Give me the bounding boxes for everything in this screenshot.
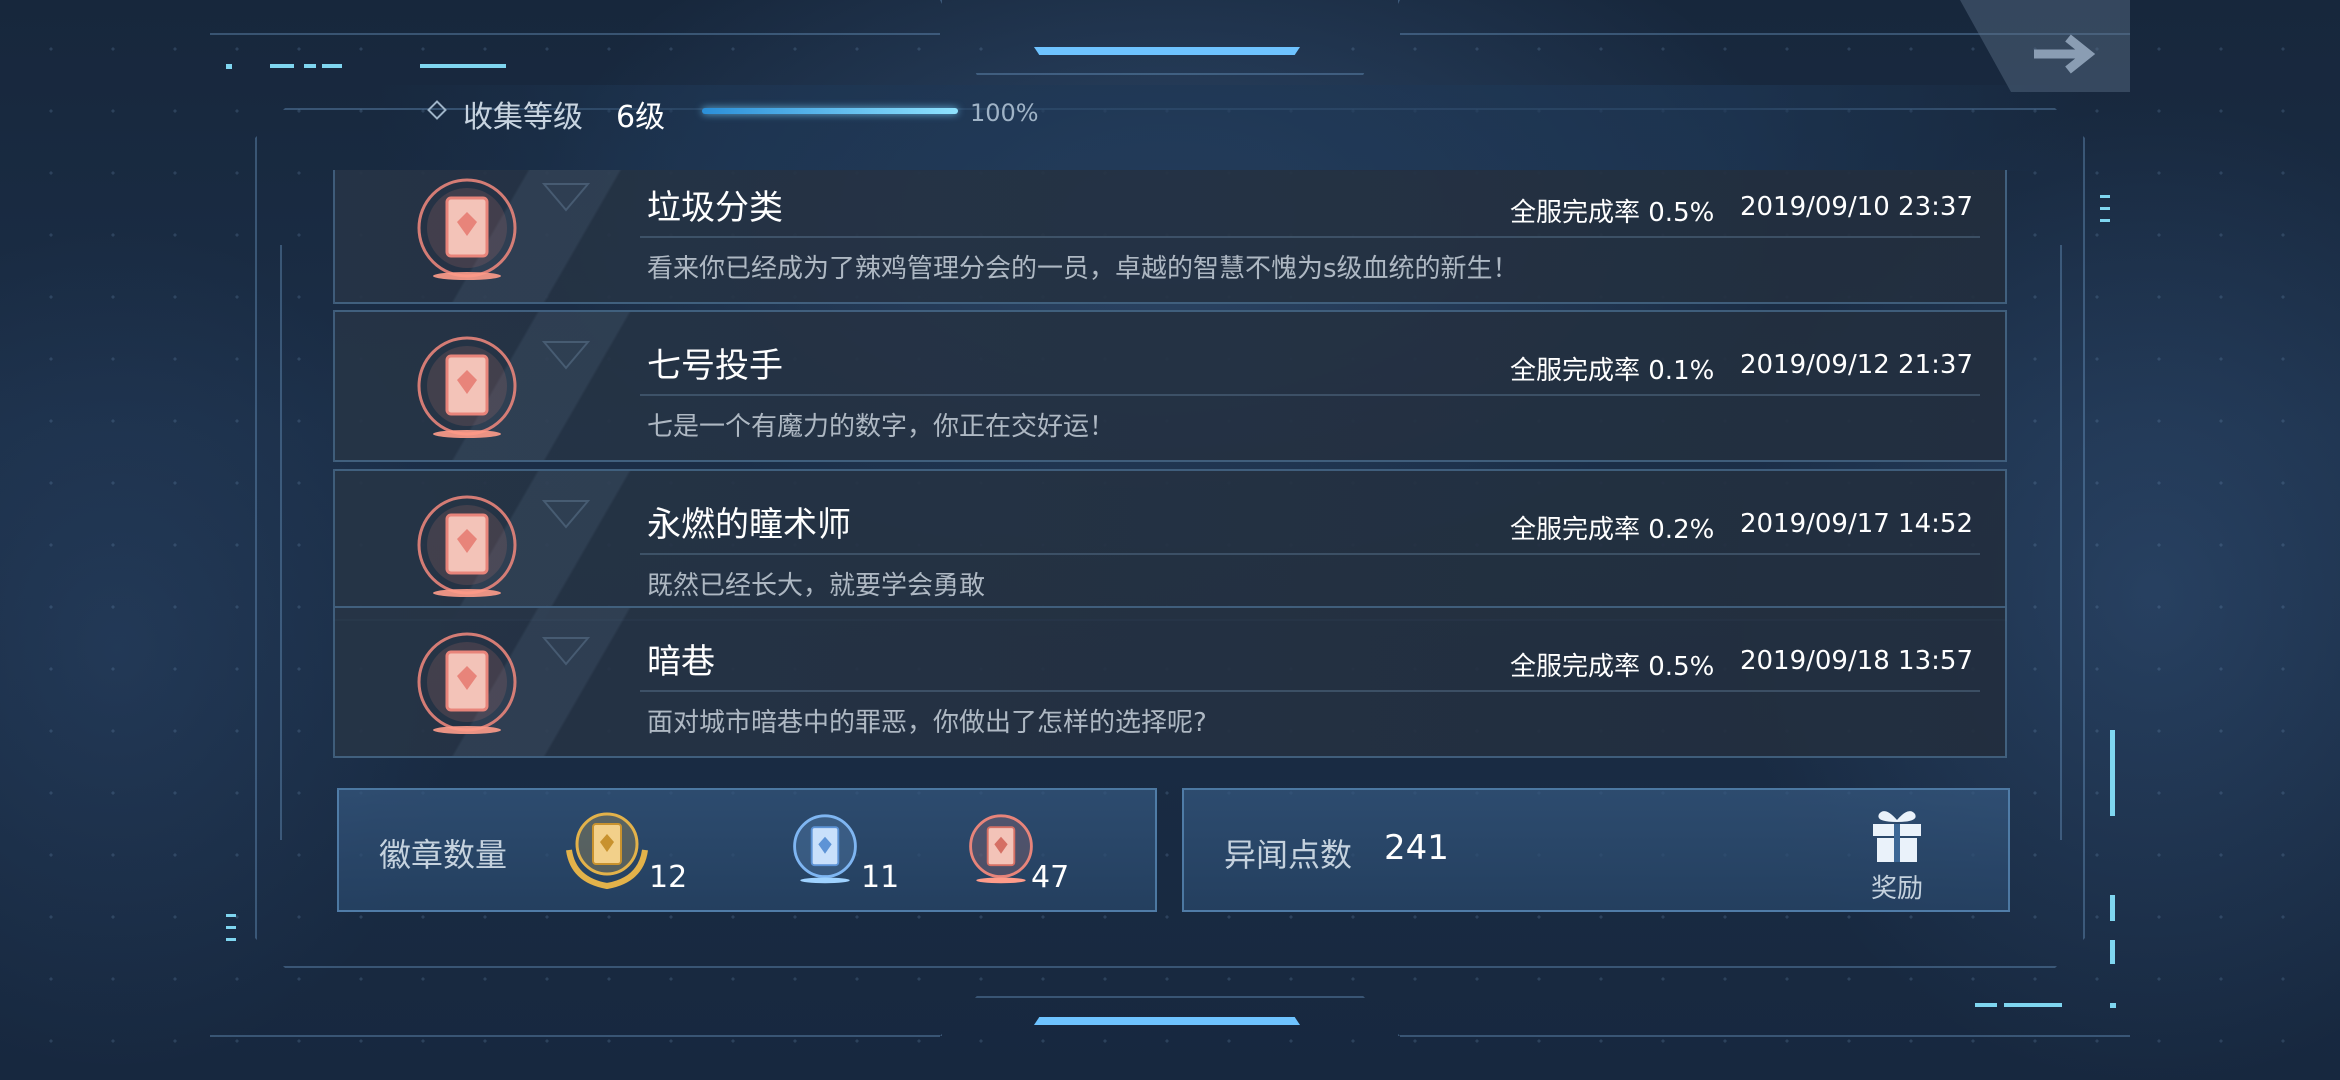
badge-count-label: 徽章数量: [379, 836, 508, 874]
deco-dash: [2100, 207, 2110, 210]
deco-dash: [226, 938, 236, 941]
achievement-description: 看来你已经成为了辣鸡管理分会的一员，卓越的智慧不愧为s级血统的新生！: [647, 254, 1519, 284]
deco-dash: [2004, 1003, 2062, 1007]
achievement-rate: 全服完成率 0.5%: [1510, 198, 1715, 228]
deco-dash: [1975, 1003, 1997, 1007]
row-divider: [640, 690, 1980, 692]
bottom-frame-line-right: [1400, 1035, 2130, 1037]
inner-frame-line-right: [2060, 245, 2062, 840]
deco-dash: [322, 64, 342, 68]
top-frame-line-left: [210, 33, 940, 35]
reward-button[interactable]: 奖励: [1852, 806, 1942, 910]
gold-badge-icon: [566, 812, 648, 890]
deco-dash: [226, 64, 232, 69]
triangle-marker-icon: [542, 341, 590, 370]
bottom-glow-bar: [1034, 1017, 1300, 1025]
achievement-row[interactable]: 七号投手 全服完成率 0.1% 2019/09/12 21:37 七是一个有魔力…: [333, 310, 2007, 462]
scroll-badge-icon: [417, 178, 517, 280]
deco-dash: [420, 64, 506, 68]
top-glow-bar: [1034, 47, 1300, 55]
collection-progress-text: 100%: [970, 99, 1039, 127]
red-badge-icon: [969, 814, 1033, 884]
achievement-row[interactable]: 垃圾分类 全服完成率 0.5% 2019/09/10 23:37 看来你已经成为…: [333, 170, 2007, 304]
achievement-rate: 全服完成率 0.2%: [1510, 515, 1715, 545]
achievement-row[interactable]: 暗巷 全服完成率 0.5% 2019/09/18 13:57 面对城市暗巷中的罪…: [333, 606, 2007, 758]
red-badge-count: 47: [1031, 860, 1070, 895]
blue-badge-count: 11: [861, 860, 900, 895]
deco-dash: [2100, 219, 2110, 222]
row-divider: [640, 553, 1980, 555]
scroll-badge-icon: [417, 632, 517, 734]
achievement-list[interactable]: 垃圾分类 全服完成率 0.5% 2019/09/10 23:37 看来你已经成为…: [333, 170, 2007, 764]
collection-level-label: 收集等级: [463, 100, 583, 135]
achievement-rate: 全服完成率 0.5%: [1510, 652, 1715, 682]
bottom-frame-line-left: [210, 1035, 940, 1037]
achievement-date: 2019/09/17 14:52: [1739, 509, 1973, 539]
deco-dash: [226, 926, 236, 929]
achievement-description: 七是一个有魔力的数字，你正在交好运！: [647, 412, 1116, 442]
deco-dash: [2100, 195, 2110, 198]
inner-frame-line-left: [280, 245, 282, 840]
scroll-badge-icon: [417, 495, 517, 597]
achievement-title: 七号投手: [647, 346, 783, 386]
top-frame-trapezoid: [940, 0, 1400, 75]
achievement-rate: 全服完成率 0.1%: [1510, 356, 1715, 386]
deco-dash: [304, 64, 316, 68]
deco-dash: [270, 64, 294, 68]
achievement-date: 2019/09/12 21:37: [1739, 350, 1973, 380]
gold-badge-count: 12: [649, 860, 688, 895]
deco-dash: [2110, 895, 2115, 921]
points-panel: 异闻点数 241 奖励: [1182, 788, 2010, 912]
achievement-date: 2019/09/18 13:57: [1739, 646, 1973, 676]
collection-progress-fill: [702, 108, 958, 114]
deco-dash: [2110, 1003, 2116, 1008]
bottom-frame-trapezoid: [940, 996, 1400, 1036]
deco-dash: [226, 914, 236, 917]
blue-badge-icon: [793, 814, 857, 884]
row-divider: [640, 394, 1980, 396]
badge-count-panel: 徽章数量 12 11 47: [337, 788, 1157, 912]
triangle-marker-icon: [542, 637, 590, 666]
triangle-marker-icon: [542, 500, 590, 529]
achievement-title: 暗巷: [647, 642, 715, 682]
gift-icon[interactable]: [1867, 806, 1927, 866]
points-label: 异闻点数: [1224, 836, 1353, 874]
deco-dash: [2110, 940, 2115, 964]
achievement-description: 既然已经长大，就要学会勇敢: [647, 571, 986, 601]
achievement-row[interactable]: 永燃的瞳术师 全服完成率 0.2% 2019/09/17 14:52 既然已经长…: [333, 469, 2007, 621]
achievement-title: 垃圾分类: [647, 188, 783, 228]
row-divider: [640, 236, 1980, 238]
achievement-date: 2019/09/10 23:37: [1739, 192, 1973, 222]
achievement-description: 面对城市暗巷中的罪恶，你做出了怎样的选择呢?: [647, 708, 1207, 738]
reward-label[interactable]: 奖励: [1871, 868, 1923, 905]
triangle-marker-icon: [542, 183, 590, 212]
collection-progress-bar: [702, 108, 958, 114]
points-value: 241: [1384, 828, 1449, 868]
scroll-badge-icon: [417, 336, 517, 438]
collection-level-value: 6级: [616, 100, 666, 135]
achievement-title: 永燃的瞳术师: [647, 505, 851, 545]
arrow-right-icon[interactable]: [2030, 34, 2100, 74]
deco-dash: [2110, 730, 2115, 816]
